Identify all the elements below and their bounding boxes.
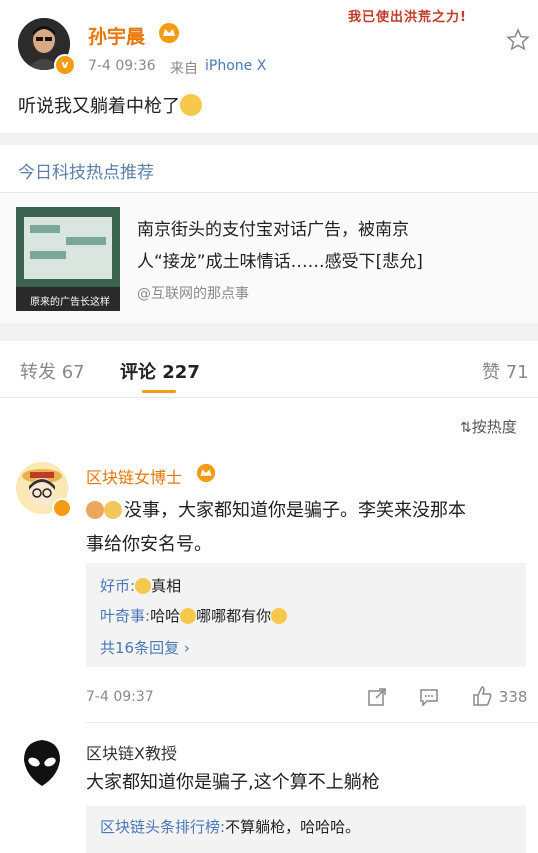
comment2-author[interactable]: 区块链X教授 <box>86 740 177 764</box>
comment1-text-line2: 事给你安名号。 <box>86 534 212 555</box>
vip-crown-icon <box>158 22 180 44</box>
reply2-user[interactable]: 叶奇事: <box>100 607 150 625</box>
more-replies-label: 共16条回复 <box>100 639 180 657</box>
comment2-avatar[interactable] <box>16 736 68 788</box>
post-text: 听说我又躺着中枪了 <box>18 92 202 118</box>
sort-icon: ⇅ <box>460 420 472 436</box>
thumbs-up-icon <box>470 684 494 708</box>
reply-icon[interactable] <box>418 686 440 708</box>
post-source-prefix: 来自 <box>170 61 198 77</box>
sticker-banner: 我已使出洪荒之力! <box>348 6 508 28</box>
comment1-author[interactable]: 区块链女博士 <box>86 464 182 488</box>
comment1-text-line1: 没事，大家都知道你是骗子。李笑来没那本 <box>86 496 466 522</box>
comment2-reply: 区块链头条排行榜:不算躺枪，哈哈哈。 <box>100 816 360 837</box>
post-text-content: 听说我又躺着中枪了 <box>18 96 180 117</box>
tab-comments[interactable]: 评论 227 <box>120 358 200 384</box>
post-source[interactable]: iPhone X <box>205 58 266 74</box>
reply2-text-a: 哈哈 <box>150 607 181 625</box>
tab-likes[interactable]: 赞 71 <box>482 358 529 384</box>
cat-emoji-icon-3 <box>180 608 197 624</box>
comment1-vip-icon <box>196 463 216 483</box>
reply2: 叶奇事:哈哈 哪哪都有你 <box>100 605 288 626</box>
comment2-replies[interactable]: 区块链头条排行榜:不算躺枪，哈哈哈。 <box>86 806 526 853</box>
laugh-cry-emoji-icon <box>135 578 152 594</box>
comment2-text: 大家都知道你是骗子,这个算不上躺枪 <box>86 772 380 793</box>
post-time: 7-4 09:36 <box>88 58 156 74</box>
comment2-reply-user[interactable]: 区块链头条排行榜: <box>100 818 225 836</box>
chevron-right-icon: › <box>179 639 190 657</box>
hot-card[interactable]: 原来的广告长这样 南京街头的支付宝对话广告，被南京 人“接龙”成土味情话……感受… <box>0 193 538 323</box>
sort-label: 按热度 <box>471 418 517 436</box>
sticker-text: 我已使出洪荒之力! <box>348 10 467 25</box>
comment2-reply-text: 不算躺枪，哈哈哈。 <box>225 818 361 836</box>
tabs-divider <box>0 397 538 398</box>
smirk-emoji-icon <box>271 608 288 624</box>
cat-emoji-icon-2 <box>104 501 122 519</box>
comment1-replies[interactable]: 好币: 真相 叶奇事:哈哈 哪哪都有你 共16条回复 › <box>86 563 526 667</box>
comment-divider <box>86 722 538 723</box>
comment1-verified-badge <box>52 498 72 518</box>
post-author-name[interactable]: 孙宇晨 <box>88 22 145 49</box>
hot-card-headline-line2: 人“接龙”成土味情话……感受下[悲允] <box>137 252 423 272</box>
more-replies-link[interactable]: 共16条回复 › <box>100 637 190 658</box>
thumb-caption: 原来的广告长这样 <box>30 297 110 308</box>
hot-card-source: @互联网的那点事 <box>137 286 249 302</box>
share-icon[interactable] <box>366 686 388 708</box>
like-count: 338 <box>498 688 528 706</box>
comment1-text-a: 没事，大家都知道你是骗子。李笑来没那本 <box>124 500 466 521</box>
reply1-user[interactable]: 好币: <box>100 577 135 595</box>
reply1-text: 真相 <box>151 577 182 595</box>
verified-badge: v <box>54 54 76 76</box>
tab-comments-indicator <box>142 390 176 393</box>
section-divider <box>0 133 538 145</box>
hot-card-headline-line1: 南京街头的支付宝对话广告，被南京 <box>137 220 409 240</box>
comment1-time: 7-4 09:37 <box>86 689 154 705</box>
like-button[interactable]: 338 <box>470 684 527 708</box>
section-divider-2 <box>0 323 538 341</box>
reply2-text-b: 哪哪都有你 <box>196 607 272 625</box>
laughing-emoji-icon <box>180 94 202 116</box>
hot-card-thumbnail: 原来的广告长这样 <box>16 207 120 311</box>
reply1: 好币: 真相 <box>100 575 181 596</box>
tab-repost[interactable]: 转发 67 <box>20 358 85 384</box>
sort-button[interactable]: ⇅按热度 <box>460 416 517 437</box>
favorite-star-icon[interactable] <box>506 28 530 52</box>
cat-emoji-icon <box>86 501 104 519</box>
hot-section-title[interactable]: 今日科技热点推荐 <box>18 158 154 183</box>
